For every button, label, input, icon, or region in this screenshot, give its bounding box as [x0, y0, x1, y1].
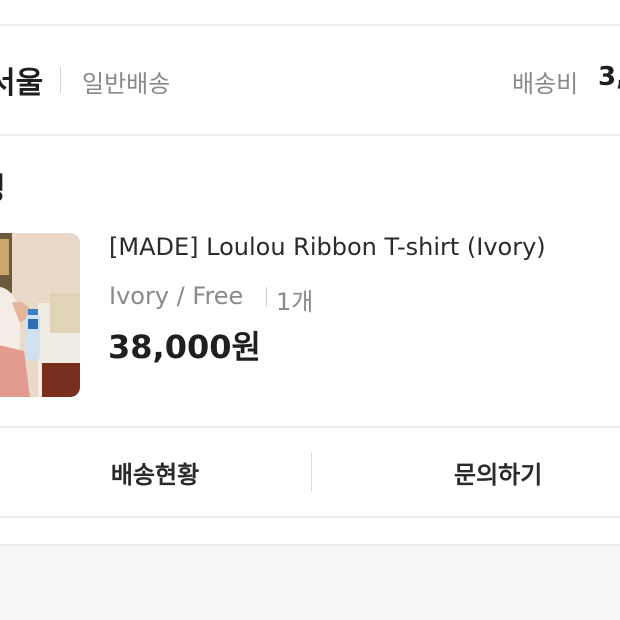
- shipping-fee-label: 배송비: [512, 70, 579, 98]
- inquiry-label: 문의하기: [454, 460, 543, 489]
- product-name[interactable]: [MADE] Loulou Ribbon T-shirt (Ivory): [109, 233, 546, 261]
- order-status: 정: [0, 164, 6, 208]
- shipping-type: 일반배송: [82, 70, 171, 98]
- product-price: 38,000원: [108, 328, 261, 366]
- shipping-fee-value: 3,: [598, 62, 620, 92]
- delivery-status-label: 배송현황: [110, 460, 200, 489]
- product-option: Ivory / Free: [109, 282, 244, 310]
- header-divider: [60, 67, 61, 93]
- option-divider: [266, 287, 267, 307]
- seller-name[interactable]: 서울: [0, 58, 43, 102]
- product-thumbnail[interactable]: [0, 233, 80, 397]
- product-quantity: 1개: [276, 288, 314, 316]
- top-strip: [0, 0, 620, 24]
- spacer-band: [0, 518, 620, 544]
- inquiry-button[interactable]: 문의하기: [312, 428, 620, 516]
- order-item-card: [0, 136, 620, 426]
- delivery-status-button[interactable]: 배송현황: [0, 428, 310, 516]
- divider: [0, 544, 620, 546]
